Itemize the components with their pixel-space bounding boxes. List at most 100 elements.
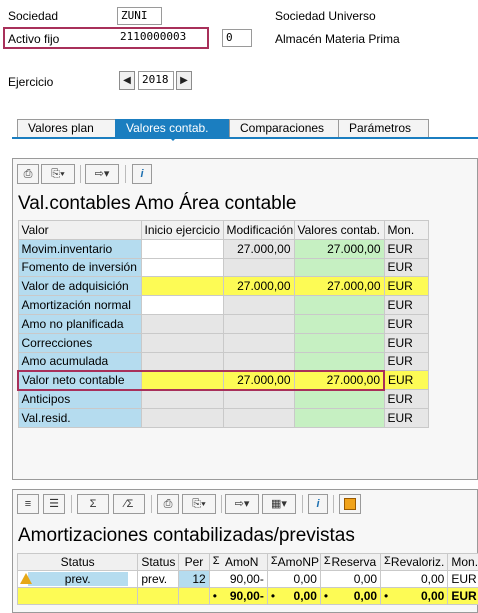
table-row[interactable]: Amo acumulada EUR xyxy=(17,351,429,372)
tab-parametros[interactable]: Parámetros xyxy=(338,119,429,137)
tab-valores-plan[interactable]: Valores plan xyxy=(17,119,116,137)
cell-inicio[interactable] xyxy=(140,313,224,334)
col-per[interactable]: Per xyxy=(178,553,210,571)
table-row[interactable]: Amortización normal EUR xyxy=(17,295,429,315)
cell-valores-contab[interactable]: 27.000,00 xyxy=(293,238,385,259)
cell-valor[interactable]: Correcciones xyxy=(17,332,142,353)
col-moneda[interactable]: Mon. xyxy=(447,553,478,571)
col-amonp[interactable]: Σ AmoNP xyxy=(266,553,321,571)
cell-modificacion[interactable]: 27.000,00 xyxy=(222,238,295,259)
cell-inicio[interactable] xyxy=(140,389,224,409)
cell-modificacion[interactable] xyxy=(222,351,295,372)
table-row-highlighted[interactable]: Valor neto contable 27.000,00 27.000,00 … xyxy=(17,369,429,391)
print-preview-button[interactable]: ⎘▾ xyxy=(41,164,75,184)
cell-valor[interactable]: Amo acumulada xyxy=(17,351,142,372)
sigma-icon: Σ xyxy=(384,555,391,567)
ejercicio-field[interactable]: 2018 xyxy=(138,71,174,90)
export-button[interactable]: ⇨▾ xyxy=(225,494,259,514)
cell-valor[interactable]: Amo no planificada xyxy=(17,313,142,334)
col-modificacion[interactable]: Modificación xyxy=(222,220,295,240)
table-row[interactable]: Amo no planificada EUR xyxy=(17,313,429,334)
cell-inicio[interactable] xyxy=(140,276,224,297)
sum-button[interactable]: Σ xyxy=(77,494,109,514)
panel-valores-contables: ⎙ ⎘▾ ⇨▾ i Val.contables Amo Área contabl… xyxy=(12,158,478,480)
cell-modificacion[interactable] xyxy=(222,295,295,315)
print-button[interactable]: ⎙ xyxy=(17,164,39,184)
cell-inicio[interactable] xyxy=(140,369,224,391)
cell-inicio[interactable] xyxy=(140,351,224,372)
export-button[interactable]: ⇨▾ xyxy=(85,164,119,184)
cell-inicio[interactable] xyxy=(140,257,224,278)
cell-inicio[interactable] xyxy=(140,332,224,353)
cell-status2[interactable]: prev. xyxy=(137,570,180,588)
cell-modificacion[interactable]: 27.000,00 xyxy=(222,276,295,297)
previous-year-button[interactable]: ◀ xyxy=(119,71,135,90)
info-button[interactable]: i xyxy=(132,164,152,184)
cell-valores-contab[interactable] xyxy=(293,389,385,409)
cell-valor[interactable]: Amortización normal xyxy=(17,295,142,315)
settings-button[interactable] xyxy=(339,494,361,514)
cell-modificacion[interactable] xyxy=(222,389,295,409)
cell-valores-contab[interactable] xyxy=(293,351,385,372)
tab-valores-contab[interactable]: Valores contab. xyxy=(115,119,230,137)
tab-comparaciones[interactable]: Comparaciones xyxy=(229,119,339,137)
cell-inicio[interactable] xyxy=(140,238,224,259)
activo-fijo-field[interactable]: 2110000003 xyxy=(117,29,207,47)
cell-moneda: EUR xyxy=(383,332,429,353)
cell-reserva[interactable]: 0,00 xyxy=(319,570,382,588)
col-inicio-ejercicio[interactable]: Inicio ejercicio xyxy=(140,220,224,240)
cell-amon[interactable]: 90,00- xyxy=(208,570,268,588)
table-row[interactable]: Fomento de inversión EUR xyxy=(17,257,429,278)
cell-per[interactable]: 12 xyxy=(178,570,210,588)
col-amon[interactable]: Σ AmoN xyxy=(208,553,268,571)
table-row[interactable]: Anticipos EUR xyxy=(17,389,429,409)
subnumber-field[interactable]: 0 xyxy=(222,29,252,47)
cell-valores-contab[interactable] xyxy=(293,313,385,334)
cell-modificacion[interactable] xyxy=(222,332,295,353)
col-reserva[interactable]: Σ Reserva xyxy=(319,553,382,571)
table-row[interactable]: Val.resid. EUR xyxy=(17,407,429,428)
col-valores-contab[interactable]: Valores contab. xyxy=(293,220,385,240)
print-preview-button[interactable]: ⎘▾ xyxy=(182,494,216,514)
filter-button[interactable]: ☰ xyxy=(43,494,65,514)
cell-modificacion[interactable] xyxy=(222,257,295,278)
cell-valores-contab[interactable] xyxy=(293,407,385,428)
table-row[interactable]: Valor de adquisición 27.000,00 27.000,00… xyxy=(17,276,429,297)
col-status[interactable]: Status xyxy=(16,553,139,571)
cell-valor[interactable]: Valor neto contable xyxy=(17,369,142,391)
cell-valores-contab[interactable] xyxy=(293,295,385,315)
cell-revaloriz[interactable]: 0,00 xyxy=(380,570,449,588)
cell-valores-contab[interactable]: 27.000,00 xyxy=(293,276,385,297)
col-moneda[interactable]: Mon. xyxy=(383,220,429,240)
cell-valor[interactable]: Fomento de inversión xyxy=(17,257,142,278)
align-button[interactable]: ≡ xyxy=(17,494,39,514)
cell-valor[interactable]: Val.resid. xyxy=(17,407,142,428)
table-row[interactable]: Movim.inventario 27.000,00 27.000,00 EUR xyxy=(17,238,429,259)
cell-amonp[interactable]: 0,00 xyxy=(266,570,321,588)
cell-status[interactable]: prev. xyxy=(16,570,139,588)
col-status2[interactable]: Status xyxy=(137,553,180,571)
cell-valores-contab[interactable]: 27.000,00 xyxy=(293,369,385,391)
print-button[interactable]: ⎙ xyxy=(157,494,179,514)
sociedad-field[interactable]: ZUNI xyxy=(117,7,162,25)
col-revaloriz[interactable]: Σ Revaloriz. xyxy=(380,553,449,571)
cell-inicio[interactable] xyxy=(140,407,224,428)
cell-valor[interactable]: Valor de adquisición xyxy=(17,276,142,297)
cell-modificacion[interactable] xyxy=(222,313,295,334)
col-valor[interactable]: Valor xyxy=(17,220,142,240)
cell-valor[interactable]: Anticipos xyxy=(17,389,142,409)
layout-button[interactable]: ▦▾ xyxy=(262,494,296,514)
cell-modificacion[interactable]: 27.000,00 xyxy=(222,369,295,391)
cell-valores-contab[interactable] xyxy=(293,332,385,353)
cell-modificacion[interactable] xyxy=(222,407,295,428)
info-button[interactable]: i xyxy=(308,494,328,514)
cell-valores-contab[interactable] xyxy=(293,257,385,278)
table-row[interactable]: prev. prev. 12 90,00- 0,00 0,00 0,00 EUR xyxy=(16,570,478,588)
triangle-left-icon: ◀ xyxy=(123,75,131,86)
next-year-button[interactable]: ▶ xyxy=(176,71,192,90)
cell-valor[interactable]: Movim.inventario xyxy=(17,238,142,259)
cell-inicio[interactable] xyxy=(140,295,224,315)
layout-icon: ▦▾ xyxy=(271,498,287,510)
table-row[interactable]: Correcciones EUR xyxy=(17,332,429,353)
subtotal-button[interactable]: ⁄Σ xyxy=(113,494,145,514)
